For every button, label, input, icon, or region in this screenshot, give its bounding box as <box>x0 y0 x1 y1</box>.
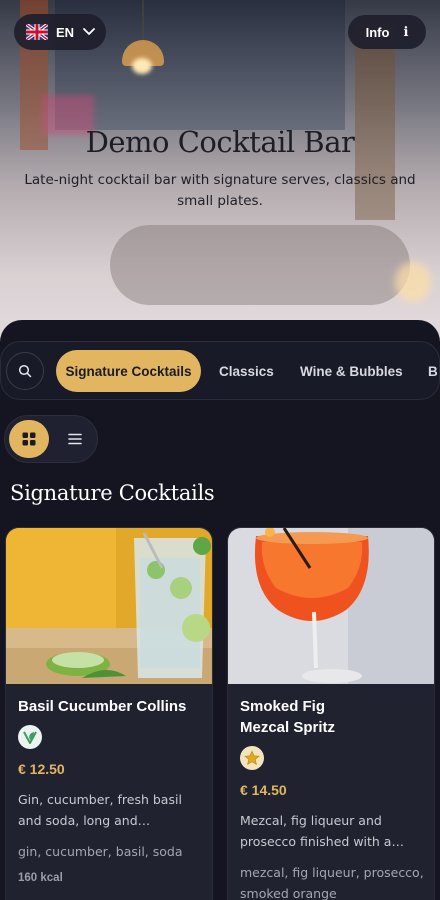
section-title: Signature Cocktails <box>10 481 215 505</box>
tab-next-category[interactable]: B <box>420 350 439 392</box>
item-description: Mezcal, fig liqueur and prosecco finishe… <box>240 813 404 849</box>
item-description: Gin, cucumber, fresh basil and soda, lon… <box>18 792 182 828</box>
item-ingredients: mezcal, fig liqueur, prosecco, smoked or… <box>240 865 424 900</box>
tab-signature-cocktails[interactable]: Signature Cocktails <box>56 350 201 392</box>
search-icon <box>18 364 32 378</box>
item-details: Smoked Fig Mezcal Spritz € 14.50 Mezcal,… <box>240 684 424 900</box>
grid-view-button[interactable] <box>9 420 49 458</box>
list-icon <box>68 433 82 445</box>
info-label: Info <box>365 24 390 40</box>
item-name-line1: Smoked Fig <box>240 698 326 715</box>
item-name: Basil Cucumber Collins <box>18 698 187 715</box>
view-toggle <box>4 415 98 463</box>
vegan-leaf-icon <box>18 725 42 749</box>
menu-item-card[interactable]: Basil Cucumber Collins € 12.50 Gin, cucu… <box>5 527 213 900</box>
language-selector[interactable]: EN <box>14 14 106 50</box>
menu-panel: Signature Cocktails Classics Wine & Bubb… <box>0 320 440 900</box>
info-button[interactable]: Info ℹ <box>348 15 426 49</box>
chevron-down-icon <box>82 23 96 42</box>
uk-flag-icon <box>26 24 48 40</box>
item-price: € 14.50 <box>240 782 287 798</box>
item-price: € 12.50 <box>18 761 65 777</box>
page-subtitle: Late-night cocktail bar with signature s… <box>24 172 416 209</box>
info-icon: ℹ <box>403 24 409 40</box>
item-name-line2: Mezcal Spritz <box>240 719 336 736</box>
item-photo <box>228 528 434 684</box>
item-name: Smoked Fig Mezcal Spritz <box>240 696 424 738</box>
item-details: Basil Cucumber Collins € 12.50 Gin, cucu… <box>18 684 202 884</box>
grid-icon <box>22 432 36 446</box>
menu-item-card[interactable]: Smoked Fig Mezcal Spritz € 14.50 Mezcal,… <box>227 527 435 900</box>
search-button[interactable] <box>6 352 44 390</box>
tab-wine-bubbles[interactable]: Wine & Bubbles <box>292 350 411 392</box>
item-photo <box>6 528 212 684</box>
page-title: Demo Cocktail Bar <box>85 125 355 159</box>
category-tab-bar: Signature Cocktails Classics Wine & Bubb… <box>0 341 440 400</box>
star-icon <box>240 746 264 770</box>
language-code: EN <box>56 24 75 40</box>
list-view-button[interactable] <box>55 420 95 458</box>
item-calories: 160 kcal <box>18 872 63 884</box>
tab-classics[interactable]: Classics <box>211 350 282 392</box>
item-ingredients: gin, cucumber, basil, soda <box>18 844 183 859</box>
hero-banner: EN Info ℹ Demo Cocktail Bar Late-night c… <box>0 0 440 345</box>
